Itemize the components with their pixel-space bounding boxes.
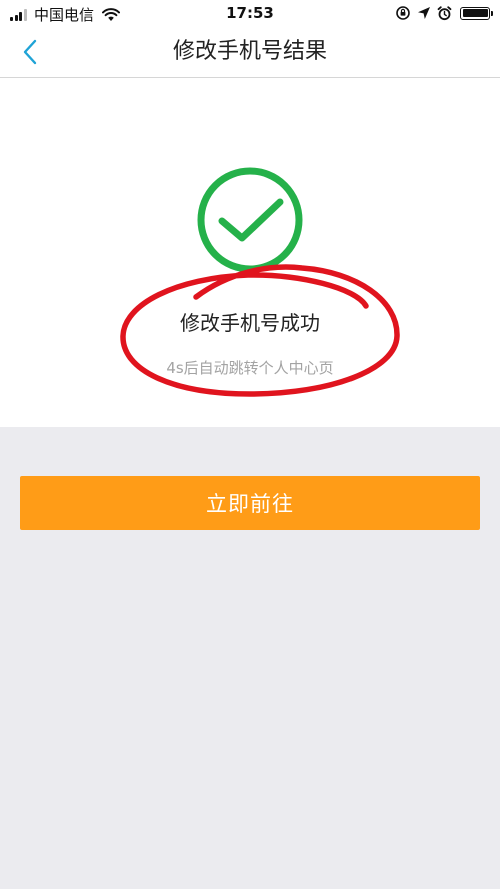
back-button[interactable] (14, 36, 46, 68)
go-now-button[interactable]: 立即前往 (20, 476, 480, 530)
nav-bar: 修改手机号结果 (0, 26, 500, 78)
countdown-text: 4s后自动跳转个人中心页 (166, 359, 334, 377)
location-icon (418, 7, 430, 19)
checkmark-circle-icon (197, 167, 303, 273)
page-title: 修改手机号结果 (172, 39, 327, 64)
battery-icon (460, 6, 493, 20)
result-title: 修改手机号成功 (180, 311, 320, 335)
status-bar: 中国电信 17:53 (0, 0, 500, 26)
result-card: 修改手机号成功 4s后自动跳转个人中心页 (0, 78, 500, 427)
alarm-icon (437, 5, 452, 20)
orientation-lock-icon (396, 6, 410, 20)
status-right (389, 5, 493, 21)
chevron-left-icon (23, 39, 37, 65)
